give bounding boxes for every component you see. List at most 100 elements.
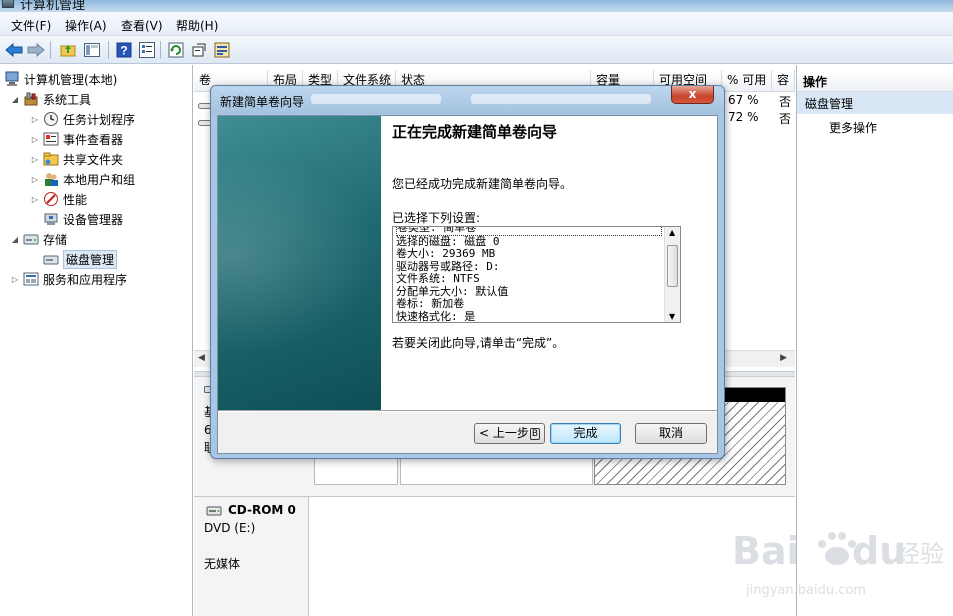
tree-item-system-tools[interactable]: ◢ 系统工具 (10, 90, 91, 108)
tree-item-services-apps[interactable]: ▷ 服务和应用程序 (10, 270, 127, 288)
cdrom-title: CD-ROM 0 (228, 503, 296, 517)
tree-item-task-scheduler[interactable]: ▷ 任务计划程序 (30, 110, 135, 128)
tree-label: 事件查看器 (63, 132, 124, 147)
settings-summary-list[interactable]: 卷类型: 简单卷 选择的磁盘: 磁盘 0 卷大小: 29369 MB 驱动器号或… (392, 226, 681, 323)
storage-icon (23, 231, 39, 247)
refresh-icon[interactable] (166, 40, 186, 60)
cdrom-row: CD-ROM 0 DVD (E:) 无媒体 (194, 497, 795, 616)
cancel-button[interactable]: 取消 (635, 423, 707, 444)
scroll-left-icon[interactable]: ◀ (198, 353, 205, 363)
expand-arrow-icon[interactable]: ▷ (30, 175, 40, 184)
menu-action[interactable]: 操作(A) (65, 17, 107, 34)
menu-view[interactable]: 查看(V) (121, 17, 163, 34)
settings-icon[interactable] (189, 40, 209, 60)
tree-label: 存储 (43, 232, 68, 247)
tree-label: 服务和应用程序 (43, 272, 128, 287)
wizard-selected-label: 已选择下列设置: (392, 211, 481, 225)
actions-header: 操作 (797, 70, 953, 92)
wizard-heading: 正在完成新建简单卷向导 (392, 123, 558, 141)
tree-label: 任务计划程序 (63, 112, 136, 127)
finish-button[interactable]: 完成 (550, 423, 621, 444)
wizard-close-hint: 若要关闭此向导,请单击“完成”。 (392, 336, 565, 350)
wizard-title: 新建简单卷向导 (220, 95, 305, 109)
tree-label: 系统工具 (43, 92, 92, 107)
wizard-banner-image (218, 116, 381, 410)
close-button[interactable]: x (671, 86, 714, 104)
expand-arrow-icon[interactable]: ▷ (30, 155, 40, 164)
wizard-titlebar[interactable]: 新建简单卷向导 x (211, 86, 724, 114)
column-header-fault-tolerance[interactable]: 容 (772, 70, 795, 92)
toolbar: ? (0, 36, 953, 64)
expand-arrow-icon[interactable]: ▷ (30, 135, 40, 144)
collapse-arrow-icon[interactable]: ◢ (10, 235, 20, 244)
cdrom-info: CD-ROM 0 DVD (E:) 无媒体 (194, 497, 309, 616)
services-icon (23, 271, 39, 287)
console-tree: 计算机管理(本地) ◢ 系统工具 ▷ 任务计划程序 ▷ 事件查看器 ▷ 共享文件… (0, 65, 193, 616)
tree-label: 磁盘管理 (63, 249, 118, 269)
tree-label: 设备管理器 (63, 212, 124, 227)
menu-file[interactable]: 文件(F) (11, 17, 51, 34)
redacted-text (471, 94, 651, 104)
redacted-text (311, 94, 441, 104)
computer-management-icon (2, 0, 14, 8)
properties-icon[interactable] (137, 40, 157, 60)
scroll-up-icon[interactable]: ▲ (669, 228, 675, 237)
performance-icon (43, 191, 59, 207)
settings-line: 卷大小: 29369 MB (396, 247, 496, 260)
tree-item-storage[interactable]: ◢ 存储 (10, 230, 67, 248)
tree-item-disk-management[interactable]: 磁盘管理 (43, 249, 118, 269)
window-title: 计算机管理 (20, 0, 86, 12)
export-icon[interactable] (212, 40, 232, 60)
back-button[interactable]: < 上一步 B (474, 423, 545, 444)
tree-item-local-users[interactable]: ▷ 本地用户和组 (30, 170, 135, 188)
svg-text:?: ? (120, 44, 127, 58)
scroll-down-icon[interactable]: ▼ (669, 312, 675, 321)
forward-arrow-icon[interactable] (26, 40, 46, 60)
disk-management-icon (43, 251, 59, 267)
expand-arrow-icon[interactable]: ▷ (10, 275, 20, 284)
wizard-body: 正在完成新建简单卷向导 您已经成功完成新建简单卷向导。 已选择下列设置: 卷类型… (217, 115, 718, 454)
watermark-brand: Bai (732, 529, 800, 573)
cdrom-media-status: 无媒体 (204, 557, 241, 571)
menu-help[interactable]: 帮助(H) (176, 17, 218, 34)
computer-management-icon (4, 71, 20, 87)
scroll-right-icon[interactable]: ▶ (780, 353, 787, 363)
tree-item-computer-management[interactable]: 计算机管理(本地) (4, 70, 117, 88)
scroll-thumb[interactable] (667, 245, 678, 287)
actions-section-disk-management[interactable]: 磁盘管理 (797, 92, 953, 114)
tree-item-shared-folders[interactable]: ▷ 共享文件夹 (30, 150, 123, 168)
settings-scrollbar[interactable]: ▲ ▼ (664, 227, 680, 322)
tools-icon (23, 91, 39, 107)
tree-label: 本地用户和组 (63, 172, 136, 187)
back-arrow-icon[interactable] (4, 40, 24, 60)
percent-free: 72 % (728, 110, 759, 124)
more-actions-link[interactable]: 更多操作 (829, 119, 877, 136)
tree-label: 计算机管理(本地) (24, 72, 118, 87)
collapse-arrow-icon[interactable]: ◢ (10, 95, 20, 104)
device-manager-icon (43, 211, 59, 227)
help-icon[interactable]: ? (114, 40, 134, 60)
baidu-jingyan-watermark: Bai du 经验 jingyan.baidu.com (728, 516, 948, 600)
tree-label: 性能 (63, 192, 88, 207)
percent-free: 67 % (728, 93, 759, 107)
wizard-content: 正在完成新建简单卷向导 您已经成功完成新建简单卷向导。 已选择下列设置: 卷类型… (381, 116, 717, 410)
wizard-separator (218, 410, 717, 412)
tree-item-performance[interactable]: ▷ 性能 (30, 190, 87, 208)
show-hide-tree-icon[interactable] (82, 40, 102, 60)
event-viewer-icon (43, 131, 59, 147)
window-titlebar: 计算机管理 (0, 0, 953, 12)
settings-summary-lines: 卷类型: 简单卷 选择的磁盘: 磁盘 0 卷大小: 29369 MB 驱动器号或… (396, 227, 664, 323)
cdrom-type: DVD (E:) (204, 521, 256, 535)
back-button-label: < 上一步 (478, 426, 529, 440)
expand-arrow-icon[interactable]: ▷ (30, 195, 40, 204)
fault-tolerance: 否 (779, 112, 792, 126)
settings-line: 快速格式化: 是 (396, 309, 476, 323)
expand-arrow-icon[interactable]: ▷ (30, 115, 40, 124)
tree-item-event-viewer[interactable]: ▷ 事件查看器 (30, 130, 123, 148)
tree-label: 共享文件夹 (63, 152, 124, 167)
toolbar-separator (160, 41, 161, 59)
tree-item-device-manager[interactable]: 设备管理器 (43, 210, 123, 228)
column-header-percent-free[interactable]: % 可用 (722, 70, 772, 92)
up-folder-icon[interactable] (58, 40, 78, 60)
shared-folder-icon (43, 151, 59, 167)
